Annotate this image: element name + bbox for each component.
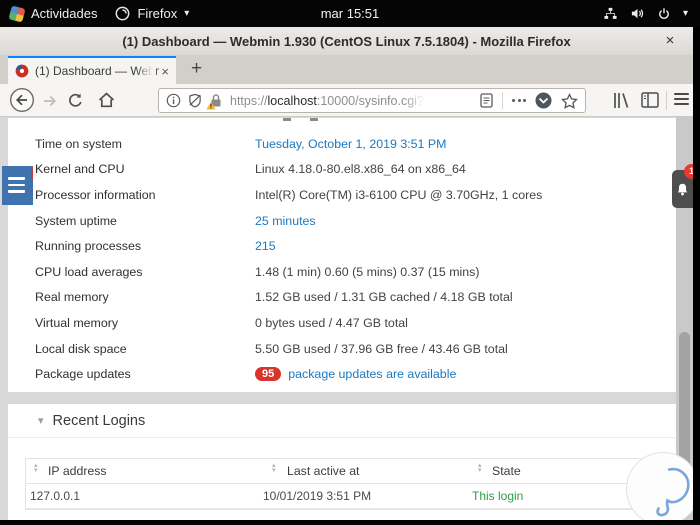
system-info-panel: Time on system Tuesday, October 1, 2019 … (8, 118, 676, 392)
firefox-window: (1) Dashboard — Webmin 1.930 (CentOS Lin… (0, 27, 693, 520)
power-icon (659, 7, 669, 19)
back-button[interactable] (9, 87, 35, 113)
package-count-badge: 95 (255, 367, 282, 382)
notifications-bell-tab[interactable]: 1 (672, 164, 693, 208)
sort-icon: ▴ ▾ (478, 462, 482, 474)
info-row-processes: Running processes 215 (35, 239, 276, 254)
volume-icon (631, 8, 644, 19)
login-table-row: 127.0.0.1 10/01/2019 3:51 PM This login (26, 484, 671, 509)
url-bar[interactable]: https://localhost:10000/sysinfo.cgi?x (158, 88, 586, 113)
chevron-down-icon: ▾ (184, 7, 190, 19)
menu-hamburger-icon[interactable] (674, 93, 689, 108)
recent-logins-header[interactable]: ▾ Recent Logins (8, 404, 676, 438)
sort-icon: ▴ ▾ (272, 462, 276, 474)
package-updates-link[interactable]: package updates are available (288, 367, 456, 381)
sort-icon: ▴ ▾ (34, 462, 38, 474)
tab-dashboard[interactable]: (1) Dashboard — Webmin × (8, 56, 176, 84)
system-info-rows: Time on system Tuesday, October 1, 2019 … (8, 131, 676, 387)
tab-strip: (1) Dashboard — Webmin × + (0, 55, 693, 84)
column-ip-address[interactable]: IP address (48, 464, 107, 478)
bell-count-badge: 1 (684, 164, 693, 179)
processes-link[interactable]: 215 (255, 239, 276, 253)
info-row-load: CPU load averages 1.48 (1 min) 0.60 (5 m… (35, 264, 480, 279)
recent-logins-table: ▴ ▾ IP address ▴ ▾ Last active at ▴ ▾ State… (25, 458, 672, 510)
time-link[interactable]: Tuesday, October 1, 2019 3:51 PM (255, 137, 446, 151)
info-row-disk: Local disk space 5.50 GB used / 37.96 GB… (35, 341, 508, 356)
activities-button[interactable]: Actividades (8, 4, 98, 23)
library-icon[interactable] (612, 91, 632, 110)
webmin-favicon (15, 64, 29, 78)
firefox-appmenu[interactable]: Firefox ▾ (115, 6, 189, 21)
insecure-lock-icon (206, 93, 223, 110)
activities-icon (8, 4, 26, 23)
url-scheme: https:// (230, 93, 268, 108)
solvetic-watermark (626, 452, 693, 520)
urlbar-separator (502, 92, 503, 109)
page-actions-icon[interactable] (512, 99, 526, 102)
window-titlebar[interactable]: (1) Dashboard — Webmin 1.930 (CentOS Lin… (0, 27, 693, 56)
home-button[interactable] (97, 91, 116, 109)
chevron-down-icon: ▾ (682, 7, 688, 19)
url-path: :10000/sysinfo.cgi?x (316, 93, 430, 108)
reader-mode-icon[interactable] (480, 93, 493, 108)
info-row-time-on-system: Time on system Tuesday, October 1, 2019 … (35, 136, 447, 151)
browser-viewport: Time on system Tuesday, October 1, 2019 … (0, 117, 693, 520)
info-row-uptime: System uptime 25 minutes (35, 213, 316, 228)
toolbar-separator (666, 91, 667, 110)
desktop-top-bar: Actividades Firefox ▾ mar 15:51 ▾ (0, 0, 700, 27)
info-row-processor: Processor information Intel(R) Core(TM) … (35, 187, 543, 202)
sidebar-hamburger-button[interactable] (2, 166, 33, 205)
login-state: This login (472, 489, 524, 503)
uptime-link[interactable]: 25 minutes (255, 214, 316, 228)
system-tray[interactable]: ▾ (603, 6, 688, 21)
forward-button[interactable] (42, 93, 58, 109)
firefox-icon (116, 6, 130, 21)
tab-label-fade (136, 60, 156, 84)
login-last-active: 10/01/2019 3:51 PM (263, 489, 372, 503)
reload-button[interactable] (67, 92, 84, 109)
recent-logins-panel: ▾ Recent Logins ▴ ▾ IP address ▴ ▾ Last ac… (8, 404, 676, 520)
warning-triangle-icon (206, 101, 216, 110)
sidebar-toggle-icon[interactable] (641, 92, 659, 108)
tab-close-icon[interactable]: × (159, 64, 171, 79)
new-tab-button[interactable]: + (191, 56, 202, 82)
info-row-kernel: Kernel and CPU Linux 4.18.0-80.el8.x86_6… (35, 162, 466, 177)
activities-label: Actividades (31, 6, 98, 21)
info-row-packages: Package updates 95 package updates are av… (35, 367, 457, 382)
logins-table-header: ▴ ▾ IP address ▴ ▾ Last active at ▴ ▾ State (26, 459, 671, 484)
speech-bubble-icon (656, 467, 690, 517)
navigation-toolbar: https://localhost:10000/sysinfo.cgi?x (0, 84, 693, 117)
window-title: (1) Dashboard — Webmin 1.930 (CentOS Lin… (122, 33, 571, 49)
url-text[interactable]: https://localhost:10000/sysinfo.cgi?x (230, 93, 430, 108)
page-info-icon[interactable] (166, 93, 181, 108)
column-last-active[interactable]: Last active at (287, 464, 359, 478)
window-close-button[interactable]: × (660, 31, 680, 51)
network-icon (604, 7, 617, 19)
recent-logins-title: Recent Logins (52, 412, 146, 429)
firefox-menu-label: Firefox (137, 6, 178, 21)
collapse-triangle-icon[interactable]: ▾ (38, 414, 44, 427)
pocket-icon[interactable] (535, 92, 552, 109)
login-ip: 127.0.0.1 (30, 489, 81, 503)
content-blocking-shield-icon[interactable] (187, 93, 203, 108)
info-row-real-memory: Real memory 1.52 GB used / 1.31 GB cache… (35, 290, 513, 305)
notification-sliver (31, 168, 33, 180)
info-row-virtual-memory: Virtual memory 0 bytes used / 4.47 GB to… (35, 315, 408, 330)
column-state[interactable]: State (492, 464, 521, 478)
bookmark-star-icon[interactable] (561, 92, 578, 109)
url-host: localhost (267, 93, 317, 108)
bell-icon (677, 183, 688, 195)
